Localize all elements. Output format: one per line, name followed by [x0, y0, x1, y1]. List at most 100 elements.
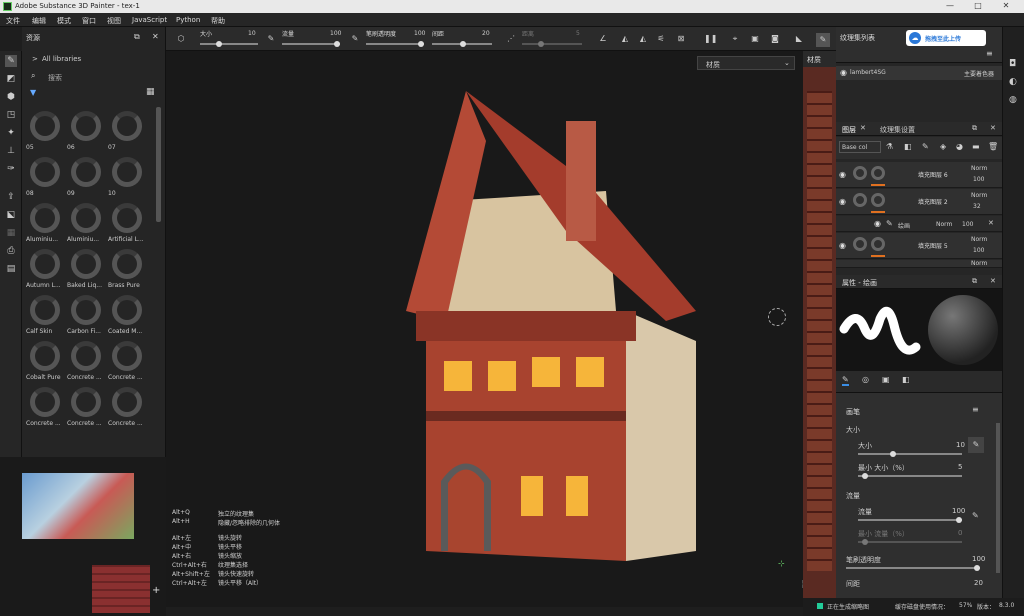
asset-item[interactable]: Concrete ... [67, 387, 105, 433]
properties-scrollbar[interactable] [996, 423, 1000, 573]
asset-item[interactable]: Cobalt Pure [26, 341, 64, 387]
asset-item[interactable]: 09 [67, 157, 105, 203]
pause-icon[interactable]: ❚❚ [704, 34, 717, 44]
smudge-icon[interactable]: ✦ [5, 127, 17, 139]
close-properties-icon[interactable]: ✕ [990, 277, 996, 285]
menu-python[interactable]: Python [176, 16, 200, 24]
layer-name[interactable]: 绘画 [898, 221, 910, 230]
undock-layers-icon[interactable]: ⧉ [972, 124, 977, 133]
size-value[interactable]: 10 [248, 30, 256, 37]
opacity-value[interactable]: 100 [414, 30, 425, 37]
asset-item[interactable]: 06 [67, 111, 105, 157]
maximize-button[interactable]: □ [968, 1, 988, 10]
asset-item[interactable]: Concrete ... [26, 387, 64, 433]
layer-partial[interactable]: Norm [836, 260, 1002, 268]
asset-item[interactable]: 07 [108, 111, 146, 157]
layer-blend-mode[interactable]: Norm [971, 165, 987, 172]
layer-eye-icon[interactable]: ◉ [839, 170, 846, 179]
opacity-slider[interactable] [366, 41, 424, 47]
min-flow-value[interactable]: 0 [958, 529, 962, 537]
layer-opacity[interactable]: 100 [962, 221, 973, 228]
menu-edit[interactable]: 编辑 [32, 16, 46, 26]
spacing-value[interactable]: 20 [974, 579, 983, 587]
min-size-value[interactable]: 5 [958, 463, 962, 471]
asset-item[interactable]: Carbon Fi... [67, 295, 105, 341]
layer-fill-2[interactable]: ◉ 填充图层 2 Norm 32 [836, 189, 1002, 215]
channel-dropdown[interactable]: Base col [839, 141, 881, 153]
display-settings-icon[interactable]: ◐ [1009, 77, 1017, 87]
flow-slider[interactable] [858, 517, 962, 523]
add-mask-icon[interactable]: ◧ [904, 142, 912, 151]
close-tab-icon[interactable]: ✕ [860, 124, 866, 132]
asset-item[interactable]: Coated M... [108, 295, 146, 341]
minimize-button[interactable]: — [940, 1, 960, 10]
brush-pen-icon[interactable]: ✎ [350, 34, 360, 44]
layer-opacity[interactable]: 32 [973, 203, 981, 210]
assets-scrollbar[interactable] [156, 107, 161, 222]
add-smart-material-icon[interactable]: ◕ [956, 142, 963, 151]
tab-layers[interactable]: 图层 [842, 125, 856, 135]
upload-button[interactable]: ☁ 拖拽至此上传 [906, 30, 986, 46]
size-value[interactable]: 10 [956, 441, 965, 449]
layer-blend-mode[interactable]: Norm [971, 236, 987, 243]
chevron-right-icon[interactable]: > [32, 55, 38, 63]
flow-slider[interactable] [282, 41, 340, 47]
symmetry-icon[interactable]: ⬡ [176, 34, 186, 44]
flow-value[interactable]: 100 [330, 30, 341, 37]
add-folder-icon[interactable]: ▬ [972, 142, 980, 151]
library-breadcrumb[interactable]: All libraries [42, 55, 81, 63]
layer-fill-5[interactable]: ◉ 填充图层 5 Norm 100 [836, 233, 1002, 259]
asset-item[interactable]: Calf Skin [26, 295, 64, 341]
clone-stamp-icon[interactable]: ⊥ [5, 145, 17, 157]
close-button[interactable]: ✕ [996, 1, 1016, 10]
visibility-eye-icon[interactable]: ◉ [840, 68, 847, 77]
export-icon[interactable]: ⎙ [5, 245, 17, 257]
close-layers-icon[interactable]: ✕ [990, 124, 996, 132]
undock-icon[interactable]: ⧉ [134, 32, 140, 42]
display-icon[interactable]: ◣ [794, 34, 804, 44]
geometry-mask-icon[interactable]: ◳ [5, 109, 17, 121]
texture-set-row[interactable]: ◉ lambert4SG 主要着色器 [836, 66, 1002, 80]
symmetry-x-icon[interactable]: ⚟ [656, 34, 666, 44]
add-effect-icon[interactable]: ⚗ [886, 142, 893, 151]
asset-item[interactable]: Brass Pure [108, 249, 146, 295]
undock-properties-icon[interactable]: ⧉ [972, 277, 977, 286]
menu-help[interactable]: 帮助 [211, 16, 225, 26]
delete-layer-icon[interactable]: 🗑 [988, 142, 998, 151]
alpha-tab-icon[interactable]: ◎ [862, 375, 869, 384]
layer-paint[interactable]: ◉ ✎ 绘画 Norm 100 ✕ [836, 216, 1002, 232]
color-picker-icon[interactable]: ✑ [5, 163, 17, 175]
layer-opacity[interactable]: 100 [973, 247, 984, 254]
tab-texture-set-settings[interactable]: 纹理集设置 [880, 125, 915, 135]
layer-name[interactable]: 填充图层 2 [918, 197, 948, 206]
bucket-icon[interactable]: ▦ [5, 227, 17, 239]
menu-file[interactable]: 文件 [6, 16, 20, 26]
geometry-select-icon[interactable]: ⬕ [5, 209, 17, 221]
layer-fill-6[interactable]: ◉ 填充图层 6 Norm 100 [836, 162, 1002, 188]
layer-eye-icon[interactable]: ◉ [874, 219, 881, 228]
asset-item[interactable]: Aluminiu... [26, 203, 64, 249]
menu-icon[interactable]: ≡ [986, 49, 993, 58]
bake-icon[interactable]: ⇪ [5, 191, 17, 203]
menu-javascript[interactable]: JavaScript [132, 16, 167, 24]
spacing-value[interactable]: 20 [482, 30, 490, 37]
stencil-tab-icon[interactable]: ▣ [882, 375, 890, 384]
projection-icon[interactable]: ⬢ [5, 91, 17, 103]
menu-view[interactable]: 视图 [107, 16, 121, 26]
brush-opacity-value[interactable]: 100 [972, 555, 985, 563]
asset-item[interactable]: Concrete ... [108, 341, 146, 387]
menu-window[interactable]: 窗口 [82, 16, 96, 26]
layer-name[interactable]: 填充图层 6 [918, 170, 948, 179]
flow-pressure-icon[interactable]: ✎ [972, 511, 979, 520]
shader-settings-icon[interactable]: ◍ [1009, 95, 1017, 105]
min-flow-slider[interactable] [858, 539, 962, 545]
mirror-icon[interactable]: ◭ [620, 34, 630, 44]
asset-item[interactable]: Autumn L... [26, 249, 64, 295]
3d-viewport[interactable]: 材质 ⌄ Alt+Q 独立的纹理集 Alt+H 隐藏/忽略排除的几何体 Alt+左 镜头旋… [166, 51, 810, 607]
grid-view-icon[interactable]: ▦ [146, 87, 155, 97]
distance-slider[interactable] [522, 41, 582, 47]
asset-item[interactable]: 08 [26, 157, 64, 203]
menu-mode[interactable]: 模式 [57, 16, 71, 26]
spacing-slider[interactable] [432, 41, 492, 47]
texture-set-list-icon[interactable]: ◘ [1009, 59, 1016, 69]
